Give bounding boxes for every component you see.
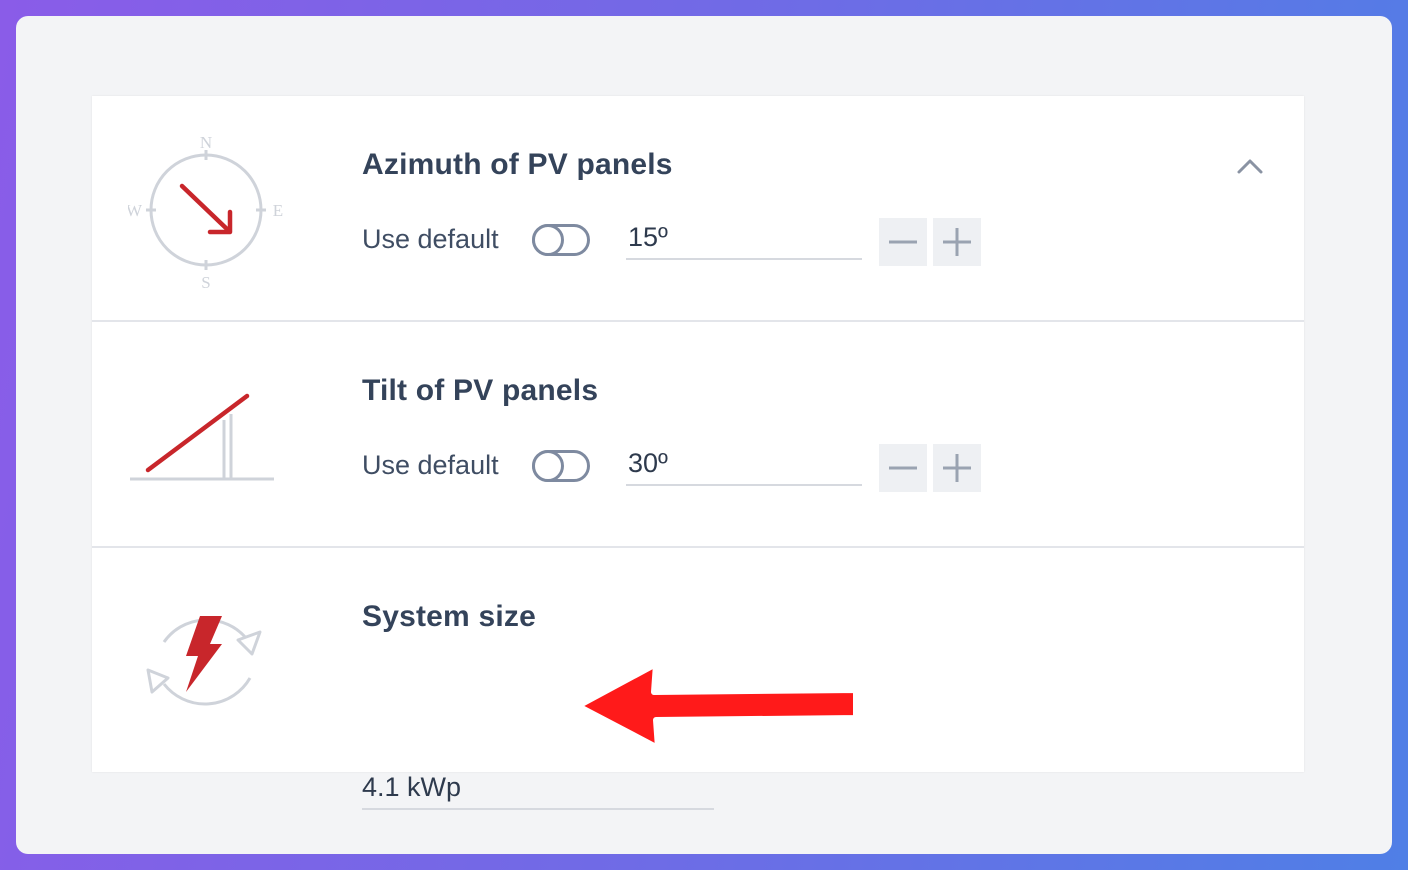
- azimuth-section: N S W E Azimuth of PV panels Use default…: [92, 96, 1304, 321]
- tilt-value-input[interactable]: 30º: [626, 444, 862, 486]
- tilt-increment-button[interactable]: [933, 444, 981, 492]
- azimuth-use-default-toggle[interactable]: [532, 224, 590, 256]
- tilt-value: 30º: [628, 448, 668, 478]
- compass-e-label: E: [273, 201, 283, 220]
- plus-icon: [943, 228, 971, 256]
- compass-icon: N S W E: [128, 133, 283, 290]
- plus-icon: [943, 454, 971, 482]
- tilt-use-default-label: Use default: [362, 450, 499, 480]
- chevron-up-icon[interactable]: [1232, 152, 1268, 180]
- azimuth-value: 15º: [628, 222, 668, 252]
- compass-w-label: W: [128, 201, 143, 220]
- system-size-input[interactable]: 4.1 kWp: [362, 766, 714, 810]
- azimuth-title: Azimuth of PV panels: [362, 148, 673, 181]
- azimuth-use-default-label: Use default: [362, 224, 499, 254]
- system-size-title: System size: [362, 600, 536, 633]
- red-arrow-icon: [575, 662, 859, 751]
- minus-icon: [889, 466, 917, 470]
- compass-n-label: N: [200, 133, 212, 152]
- azimuth-value-input[interactable]: 15º: [626, 218, 862, 260]
- tilt-section: Tilt of PV panels Use default 30º: [92, 322, 1304, 547]
- azimuth-increment-button[interactable]: [933, 218, 981, 266]
- tilt-panel-icon: [130, 393, 274, 481]
- tilt-use-default-toggle[interactable]: [532, 450, 590, 482]
- minus-icon: [889, 240, 917, 244]
- system-size-value: 4.1 kWp: [362, 772, 462, 802]
- tilt-decrement-button[interactable]: [879, 444, 927, 492]
- app-window: N S W E Azimuth of PV panels Use default…: [16, 16, 1392, 854]
- tilt-title: Tilt of PV panels: [362, 374, 599, 407]
- compass-s-label: S: [201, 273, 210, 290]
- lightning-cycle-icon: [146, 616, 262, 706]
- azimuth-decrement-button[interactable]: [879, 218, 927, 266]
